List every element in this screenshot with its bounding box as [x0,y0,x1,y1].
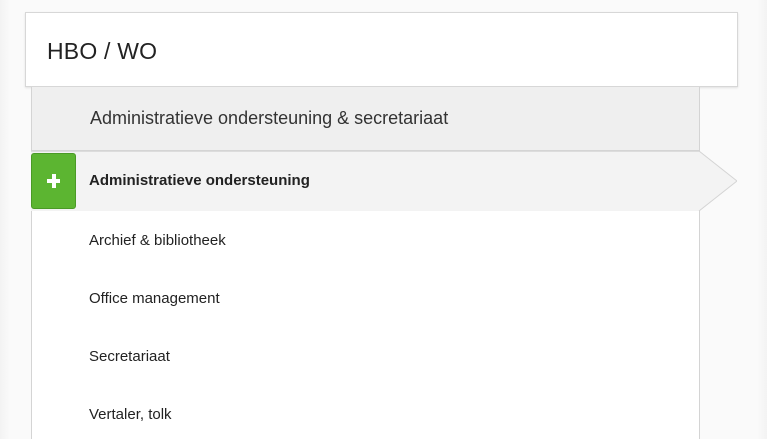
subcategory-item-office-management[interactable]: Office management [32,269,699,327]
subcategory-item-archief[interactable]: Archief & bibliotheek [32,211,699,269]
subcategory-label: Office management [89,290,220,307]
selected-subcategory-row[interactable]: Administratieve ondersteuning [31,151,737,211]
subcategory-label: Vertaler, tolk [89,406,172,423]
subcategory-item-secretariaat[interactable]: Secretariaat [32,327,699,385]
add-subcategory-button[interactable] [31,153,76,209]
selected-subcategory-label: Administratieve ondersteuning [89,172,310,189]
subcategory-label: Secretariaat [89,348,170,365]
subcategory-label: Archief & bibliotheek [89,232,226,249]
education-level-header[interactable]: HBO / WO [25,12,738,87]
category-label: Administratieve ondersteuning & secretar… [90,108,449,128]
subcategory-item-vertaler-tolk[interactable]: Vertaler, tolk [32,385,699,439]
education-level-title: HBO / WO [47,38,158,64]
category-header-row[interactable]: Administratieve ondersteuning & secretar… [31,87,700,151]
